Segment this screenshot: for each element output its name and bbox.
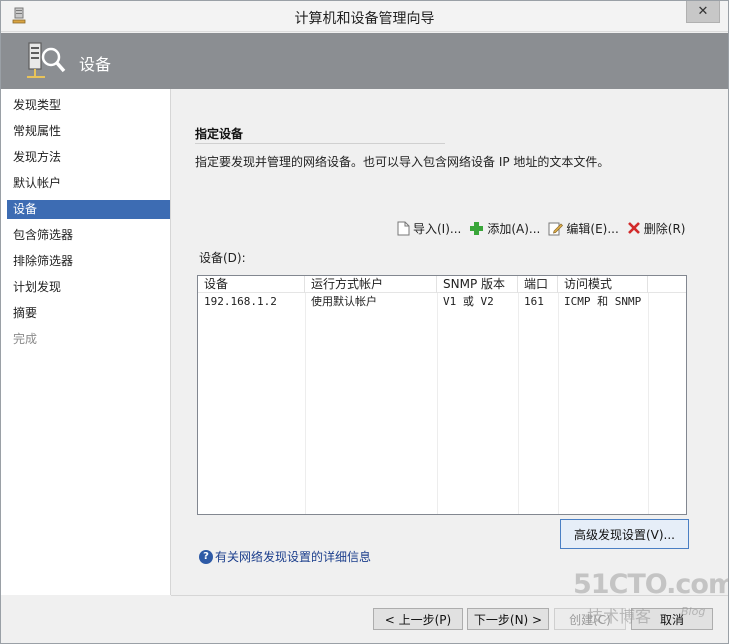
section-title: 指定设备 bbox=[195, 127, 244, 141]
column-divider bbox=[305, 293, 306, 514]
cell-device: 192.168.1.2 bbox=[204, 295, 277, 308]
device-discovery-icon bbox=[27, 42, 66, 78]
column-header-port[interactable]: 端口 bbox=[518, 276, 558, 293]
close-button[interactable]: ✕ bbox=[686, 1, 720, 23]
advanced-discovery-settings-button[interactable]: 高级发现设置(V)... bbox=[560, 519, 689, 549]
device-list-label: 设备(D): bbox=[199, 251, 246, 265]
help-link[interactable]: ? 有关网络发现设置的详细信息 bbox=[199, 548, 371, 565]
help-link-text[interactable]: 有关网络发现设置的详细信息 bbox=[215, 548, 371, 565]
device-toolbar: 导入(I)... 添加(A)... 编辑(E)... 删除(R) bbox=[397, 218, 685, 238]
nav-item-default-account[interactable]: 默认帐户 bbox=[7, 174, 170, 193]
cancel-button[interactable]: 取消 bbox=[631, 608, 713, 630]
import-label: 导入(I)... bbox=[413, 221, 462, 236]
column-divider bbox=[558, 293, 559, 514]
column-divider bbox=[518, 293, 519, 514]
wizard-step-nav: 发现类型 常规属性 发现方法 默认帐户 设备 包含筛选器 排除筛选器 计划发现 … bbox=[1, 89, 171, 595]
edit-icon bbox=[548, 222, 564, 235]
add-button[interactable]: 添加(A)... bbox=[469, 220, 540, 237]
window-title: 计算机和设备管理向导 bbox=[294, 11, 435, 27]
edit-button[interactable]: 编辑(E)... bbox=[548, 220, 619, 237]
column-header-snmp-version[interactable]: SNMP 版本 bbox=[437, 276, 518, 293]
nav-item-general-properties[interactable]: 常规属性 bbox=[7, 122, 170, 141]
nav-item-discovery-type[interactable]: 发现类型 bbox=[7, 96, 170, 115]
column-header-run-as-account[interactable]: 运行方式帐户 bbox=[305, 276, 437, 293]
section-divider bbox=[195, 143, 445, 144]
nav-item-completion: 完成 bbox=[13, 332, 38, 346]
banner-title: 设备 bbox=[79, 55, 112, 74]
create-button: 创建(C) bbox=[554, 608, 626, 630]
edit-label: 编辑(E)... bbox=[566, 221, 619, 236]
delete-icon bbox=[627, 222, 640, 234]
next-button[interactable]: 下一步(N) > bbox=[467, 608, 549, 630]
column-divider bbox=[437, 293, 438, 514]
device-list-header: 设备 运行方式帐户 SNMP 版本 端口 访问模式 bbox=[198, 276, 686, 293]
device-list[interactable]: 设备 运行方式帐户 SNMP 版本 端口 访问模式 192.168.1.2 使用… bbox=[197, 275, 687, 515]
section-description: 指定要发现并管理的网络设备。也可以导入包含网络设备 IP 地址的文本文件。 bbox=[195, 155, 610, 169]
nav-item-exclude-filters[interactable]: 排除筛选器 bbox=[7, 252, 170, 271]
import-button[interactable]: 导入(I)... bbox=[397, 220, 461, 237]
delete-button[interactable]: 删除(R) bbox=[627, 220, 686, 237]
cell-access-mode: ICMP 和 SNMP bbox=[564, 295, 642, 308]
nav-item-schedule-discovery[interactable]: 计划发现 bbox=[7, 278, 170, 297]
cell-run-as-account: 使用默认帐户 bbox=[311, 295, 377, 308]
nav-item-summary[interactable]: 摘要 bbox=[7, 304, 170, 323]
nav-item-discovery-method[interactable]: 发现方法 bbox=[7, 148, 170, 167]
nav-item-include-filters[interactable]: 包含筛选器 bbox=[7, 226, 170, 245]
nav-item-devices[interactable]: 设备 bbox=[7, 200, 170, 219]
title-bar: 计算机和设备管理向导 ✕ bbox=[1, 1, 728, 32]
header-banner: 设备 bbox=[1, 33, 728, 89]
add-icon bbox=[470, 221, 484, 235]
footer-divider bbox=[171, 595, 728, 596]
column-header-device[interactable]: 设备 bbox=[198, 276, 305, 293]
previous-button[interactable]: < 上一步(P) bbox=[373, 608, 463, 630]
add-label: 添加(A)... bbox=[487, 221, 541, 236]
wizard-window: 计算机和设备管理向导 ✕ 设备 发现类型 常规属性 发现方法 默认帐户 设备 包… bbox=[0, 0, 729, 644]
help-icon: ? bbox=[199, 549, 213, 564]
cell-port: 161 bbox=[524, 295, 544, 308]
cell-snmp-version: V1 或 V2 bbox=[443, 295, 494, 308]
column-header-access-mode[interactable]: 访问模式 bbox=[558, 276, 648, 293]
delete-label: 删除(R) bbox=[643, 221, 686, 236]
table-row[interactable]: 192.168.1.2 使用默认帐户 V1 或 V2 161 ICMP 和 SN… bbox=[198, 293, 686, 310]
column-divider bbox=[648, 293, 649, 514]
document-icon bbox=[397, 221, 410, 235]
